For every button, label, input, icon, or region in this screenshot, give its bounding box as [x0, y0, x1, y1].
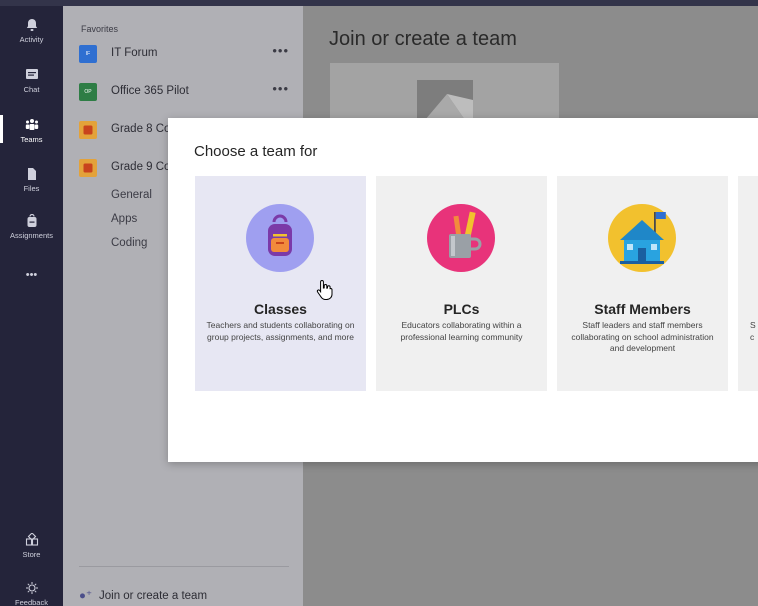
rail-feedback[interactable]: Feedback [0, 581, 63, 606]
more-icon: ••• [25, 269, 38, 281]
team-name: Grade 9 Co [111, 161, 171, 173]
team-avatar: OP [79, 83, 97, 101]
add-team-icon: ●⁺ [79, 590, 93, 602]
bell-icon [26, 19, 37, 31]
join-or-create-team-button[interactable]: ●⁺ Join or create a team [79, 588, 207, 602]
channel-apps[interactable]: Apps [111, 213, 137, 225]
team-item-it-forum[interactable]: IF IT Forum ••• [79, 42, 289, 66]
store-icon [25, 533, 38, 546]
rail-teams[interactable]: Teams [0, 115, 63, 144]
more-options-icon[interactable]: ••• [272, 81, 289, 96]
rail-store-label: Store [22, 550, 41, 559]
placeholder-image-icon [425, 94, 473, 120]
rail-teams-label: Teams [20, 135, 43, 144]
team-avatar-icon [83, 125, 93, 135]
rail-assignments-label: Assignments [10, 231, 53, 240]
tile-title: Classes [254, 301, 307, 317]
more-options-icon[interactable]: ••• [272, 43, 289, 58]
chat-icon [25, 69, 38, 79]
rail-activity-label: Activity [19, 35, 44, 44]
rail-files[interactable]: Files [0, 167, 63, 193]
backpack-icon [246, 204, 314, 272]
page-title: Join or create a team [329, 28, 517, 50]
tile-description-line: S [750, 320, 756, 330]
team-item-office-365-pilot[interactable]: OP Office 365 Pilot ••• [79, 80, 289, 104]
choose-team-type-dialog: Choose a team for Classes Teachers and s… [168, 118, 758, 462]
hand-cursor-icon [316, 279, 333, 300]
team-name: IT Forum [111, 47, 158, 59]
team-type-classes[interactable]: Classes Teachers and students collaborat… [195, 176, 366, 391]
join-label: Join or create a team [99, 590, 208, 602]
rail-chat-label: Chat [23, 85, 40, 94]
team-name: Office 365 Pilot [111, 85, 189, 97]
channel-coding[interactable]: Coding [111, 237, 147, 249]
team-type-staff-members[interactable]: Staff Members Staff leaders and staff me… [557, 176, 728, 391]
file-icon [27, 168, 36, 180]
tile-description: Staff leaders and staff members collabor… [571, 320, 714, 353]
team-type-partial[interactable]: S c [738, 176, 758, 391]
team-avatar-icon [83, 163, 93, 173]
backpack-icon [27, 214, 36, 227]
pencil-cup-icon [427, 204, 495, 272]
tile-description: Teachers and students collaborating on g… [206, 320, 355, 342]
rail-more[interactable]: ••• [0, 269, 63, 281]
channel-general[interactable]: General [111, 189, 152, 201]
rail-feedback-label: Feedback [15, 598, 48, 606]
dialog-title: Choose a team for [194, 143, 318, 160]
rail-chat[interactable]: Chat [0, 68, 63, 94]
divider [79, 566, 289, 567]
tile-description: Educators collaborating within a profess… [400, 320, 523, 342]
tile-description-line: c [750, 331, 755, 342]
card-image [417, 80, 473, 120]
rail-assignments[interactable]: Assignments [0, 214, 63, 240]
feedback-icon [25, 582, 38, 594]
tile-description: S c [750, 320, 756, 343]
rail-files-label: Files [23, 184, 40, 193]
favorites-label: Favorites [81, 24, 119, 34]
rail-activity[interactable]: Activity [0, 18, 63, 44]
team-name: Grade 8 Co [111, 123, 171, 135]
school-house-icon [608, 204, 676, 272]
rail-store[interactable]: Store [0, 533, 63, 559]
team-avatar [79, 121, 97, 139]
teams-icon [25, 119, 38, 130]
team-type-plcs[interactable]: PLCs Educators collaborating within a pr… [376, 176, 547, 391]
tile-title: PLCs [443, 301, 480, 317]
app-rail: Activity Chat Teams Files Assignments ••… [0, 0, 63, 606]
tile-title: Staff Members [594, 301, 691, 317]
create-team-card[interactable] [330, 63, 559, 123]
team-avatar [79, 159, 97, 177]
team-avatar: IF [79, 45, 97, 63]
